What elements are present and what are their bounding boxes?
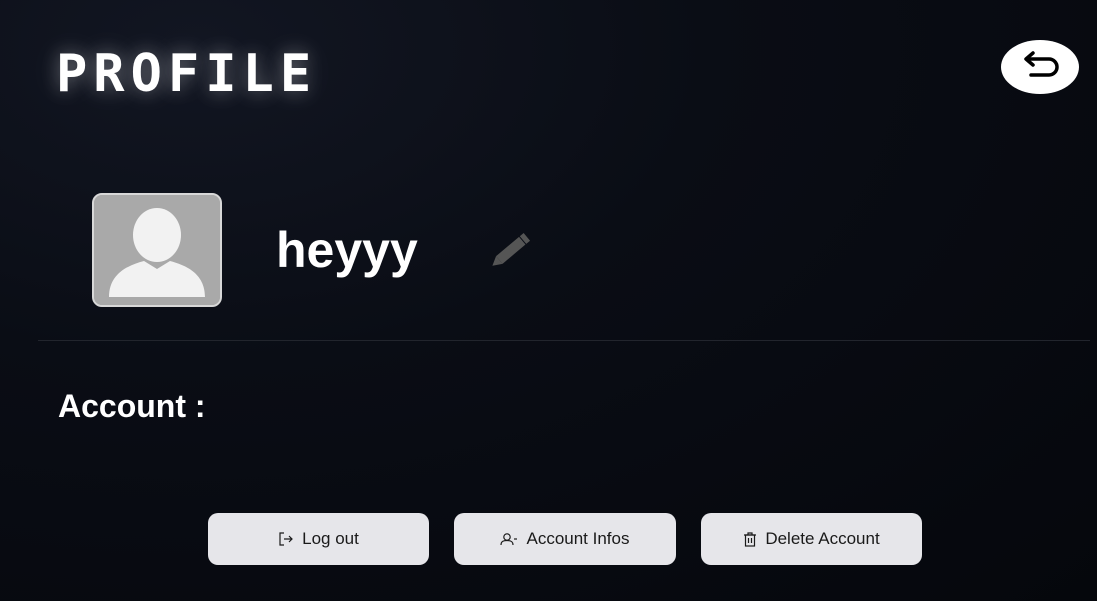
logout-label: Log out (302, 529, 359, 548)
back-button[interactable] (1001, 40, 1079, 94)
account-section-title: Account : (58, 388, 206, 424)
avatar (92, 193, 222, 307)
edit-username-button[interactable] (484, 230, 536, 276)
page-title: PROFILE (56, 44, 318, 104)
delete-account-button[interactable]: Delete Account (701, 513, 922, 565)
logout-button[interactable]: Log out (208, 513, 429, 565)
user-icon (500, 532, 518, 546)
account-infos-button[interactable]: Account Infos (454, 513, 676, 565)
user-silhouette-icon (94, 195, 220, 305)
pencil-icon (484, 228, 536, 278)
account-infos-label: Account Infos (526, 529, 630, 548)
username: heyyy (276, 222, 418, 278)
divider (38, 340, 1090, 341)
back-arrow-icon (1017, 51, 1063, 83)
delete-account-label: Delete Account (765, 529, 880, 548)
logout-icon (278, 532, 294, 546)
trash-icon (743, 531, 757, 547)
